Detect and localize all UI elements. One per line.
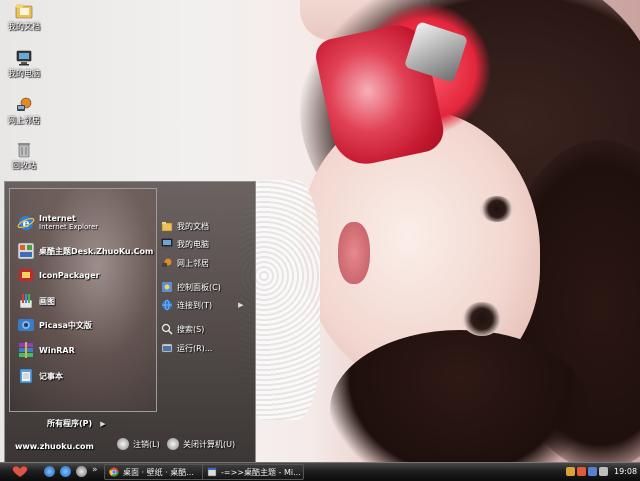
all-programs-button[interactable]: 所有程序(P) ▶ [47, 418, 106, 429]
tray-network-icon[interactable] [588, 467, 597, 476]
quicklaunch-overflow-icon[interactable]: » [92, 465, 98, 475]
computer-icon [161, 238, 173, 249]
paint-icon [19, 294, 33, 309]
my-documents-folder-icon [15, 4, 33, 19]
internet-explorer-icon: e [17, 216, 35, 230]
program-title: IconPackager [39, 270, 100, 280]
program-title: Internet [39, 214, 76, 223]
start-menu-item-label: 控制面板(C) [177, 282, 221, 292]
tray-user-icon[interactable] [566, 467, 575, 476]
desktop-icon-network-places[interactable]: 网上邻居 [2, 96, 46, 132]
recycle-bin-icon [18, 143, 30, 158]
taskbar-button-window[interactable]: -=>>桌酷主题 - Mi... [202, 464, 304, 480]
start-menu-connect-to[interactable]: 连接到(T) ▶ [161, 297, 244, 313]
picasa-icon [18, 319, 34, 331]
taskbar: » 桌面 · 壁纸 · 桌酷... -=>>桌酷主题 - Mi... 19:08 [0, 462, 640, 481]
logoff-button[interactable]: 注销(L) [117, 438, 160, 450]
start-menu-item-label: 运行(R)... [177, 343, 213, 353]
start-menu-item-label: 连接到(T) [177, 300, 213, 310]
program-title: 桌酷主题Desk.ZhuoKu.Com [39, 246, 154, 256]
desktop-icon-my-computer[interactable]: 我的电脑 [2, 49, 46, 85]
zhuoku-theme-icon [17, 242, 35, 260]
start-menu-network-places[interactable]: 网上邻居 [161, 255, 209, 271]
start-menu-run[interactable]: 运行(R)... [161, 340, 212, 356]
taskbar-button-label: -=>>桌酷主题 - Mi... [221, 467, 301, 477]
folder-icon [161, 222, 173, 232]
start-menu-item-winrar[interactable]: WinRAR [17, 339, 75, 361]
shutdown-button[interactable]: 关闭计算机(U) [167, 438, 235, 450]
quicklaunch-media-icon[interactable] [76, 466, 87, 477]
network-icon [162, 258, 172, 267]
start-menu-item-zhuoku[interactable]: 桌酷主题Desk.ZhuoKu.Com [17, 240, 153, 262]
all-programs-label: 所有程序(P) [47, 419, 93, 428]
start-menu-item-iconpackager[interactable]: IconPackager [17, 264, 100, 286]
quicklaunch-show-desktop-icon[interactable] [44, 466, 55, 477]
logoff-label: 注销(L) [133, 439, 160, 449]
start-menu-item-label: 网上邻居 [177, 258, 209, 268]
start-menu-search[interactable]: 搜索(S) [161, 321, 204, 337]
program-title: Picasa中文版 [39, 320, 92, 330]
winrar-icon [19, 342, 33, 358]
system-tray: 19:08 [566, 464, 640, 479]
start-menu-item-internet-explorer[interactable]: e Internet Internet Explorer [17, 212, 98, 234]
desktop-icon-label: 我的文档 [8, 22, 40, 31]
start-menu-control-panel[interactable]: 控制面板(C) [161, 279, 221, 295]
start-menu-item-label: 我的文档 [177, 221, 209, 231]
tray-volume-icon[interactable] [599, 467, 608, 476]
run-icon [161, 343, 173, 353]
taskbar-button-browser[interactable]: 桌面 · 壁纸 · 桌酷... [104, 464, 204, 480]
wallpaper-eye [462, 302, 502, 336]
start-menu-item-notepad[interactable]: 记事本 [17, 365, 63, 387]
network-places-icon [17, 97, 32, 111]
power-icon [167, 438, 179, 450]
start-menu-item-picasa[interactable]: Picasa中文版 [17, 314, 92, 336]
website-label: www.zhuoku.com [15, 442, 94, 451]
start-menu-my-computer[interactable]: 我的电脑 [161, 236, 209, 252]
start-menu-item-paint[interactable]: 画图 [17, 290, 55, 312]
wallpaper-eye [480, 196, 514, 222]
start-menu-my-documents[interactable]: 我的文档 [161, 218, 209, 234]
submenu-arrow-icon: ▶ [238, 301, 244, 309]
logoff-icon [117, 438, 129, 450]
my-computer-icon [16, 50, 32, 66]
window-icon [207, 467, 217, 477]
wallpaper-lips [338, 222, 370, 284]
shutdown-label: 关闭计算机(U) [183, 439, 236, 449]
program-title: WinRAR [39, 345, 75, 355]
chrome-icon [109, 467, 119, 477]
program-title: 画图 [39, 296, 55, 306]
clock[interactable]: 19:08 [614, 467, 637, 476]
start-menu: e Internet Internet Explorer 桌酷主题Desk.Zhu… [4, 181, 256, 462]
control-panel-icon [162, 282, 172, 292]
desktop-icon-label: 我的电脑 [8, 69, 40, 78]
start-menu-item-label: 我的电脑 [177, 239, 209, 249]
taskbar-button-label: 桌面 · 壁纸 · 桌酷... [123, 467, 194, 477]
desktop-icon-label: 网上邻居 [8, 116, 40, 125]
start-menu-item-label: 搜索(S) [177, 324, 205, 334]
desktop-icon-label: 回收站 [12, 161, 36, 170]
notepad-icon [19, 368, 33, 384]
quicklaunch-ie-icon[interactable] [60, 466, 71, 477]
start-button-heart-icon[interactable] [8, 464, 32, 479]
tray-app-icon[interactable] [577, 467, 586, 476]
desktop-icon-my-documents[interactable]: 我的文档 [2, 2, 46, 38]
program-subtitle: Internet Explorer [39, 223, 99, 231]
program-title: 记事本 [39, 371, 63, 381]
chevron-right-icon: ▶ [100, 420, 106, 428]
desktop-icon-recycle-bin[interactable]: 回收站 [2, 141, 46, 177]
search-icon [161, 323, 173, 335]
desktop-wallpaper: 我的文档 我的电脑 网上邻居 回收站 e Internet Internet E… [0, 0, 640, 462]
iconpackager-icon [19, 269, 33, 281]
connect-icon [162, 299, 172, 311]
